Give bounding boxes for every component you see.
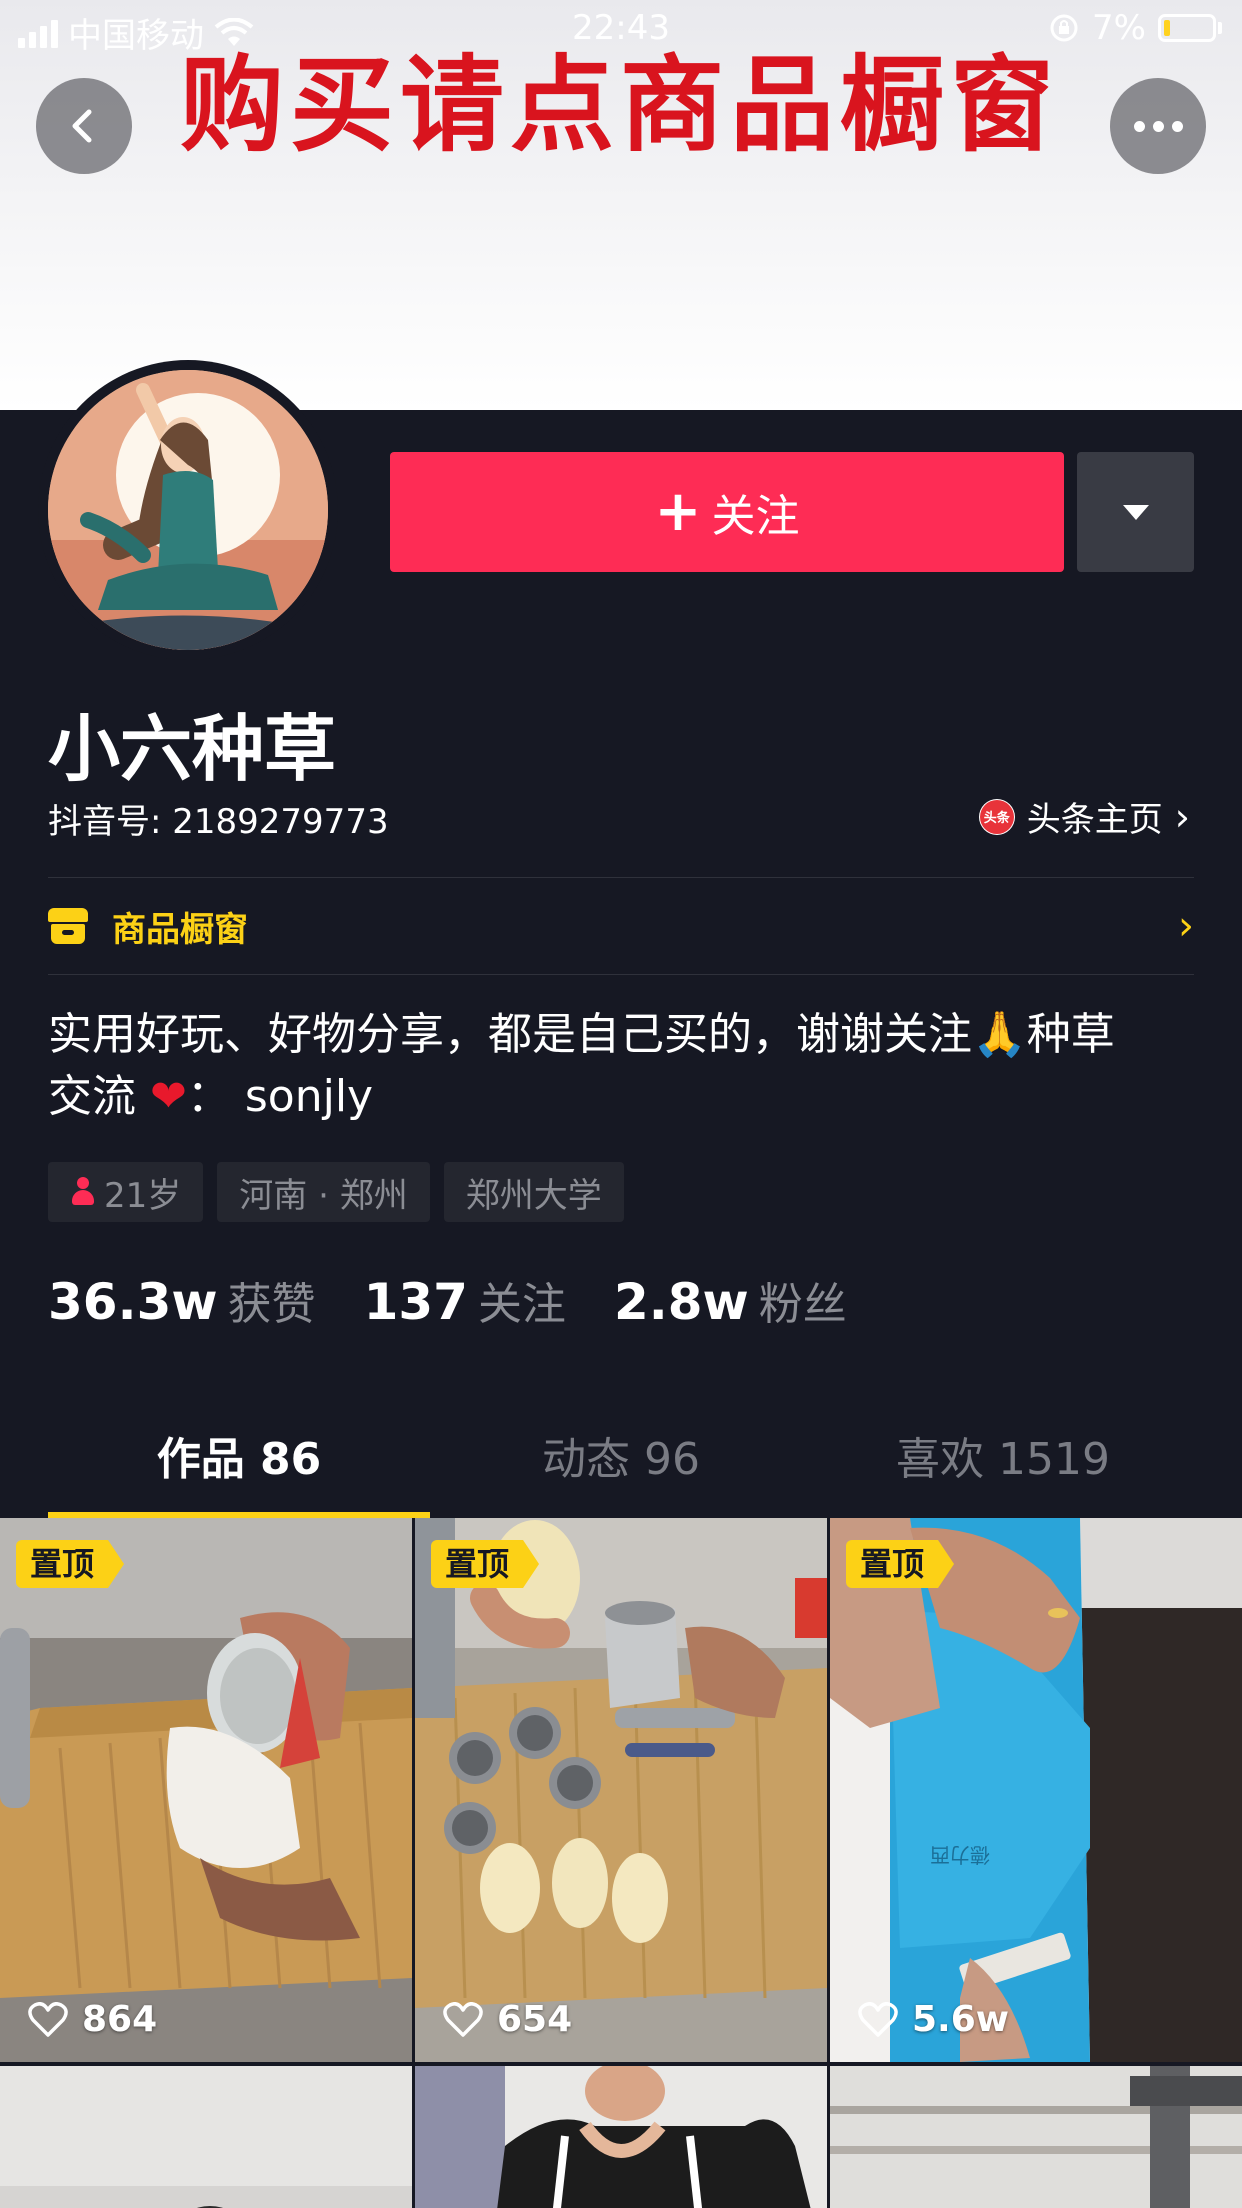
- thumbnail-image: [830, 2066, 1242, 2208]
- location-tag: 河南 · 郑州: [217, 1162, 430, 1222]
- video-likes: 654: [443, 1999, 572, 2040]
- thumbnail-image: 德力西: [830, 1518, 1242, 2062]
- caret-down-icon: [1122, 504, 1149, 520]
- video-likes: 5.6w: [858, 1999, 1009, 2040]
- recommend-dropdown-button[interactable]: [1077, 452, 1194, 572]
- heart-outline-icon: [443, 2001, 483, 2037]
- toutiao-homepage-link[interactable]: 头条 头条主页 ›: [978, 792, 1190, 841]
- profile-stats: 36.3w 获赞 137 关注 2.8w 粉丝: [48, 1268, 847, 1332]
- video-thumbnail[interactable]: 德力西 置顶 5.6w: [830, 1518, 1242, 2062]
- follow-button[interactable]: + 关注: [390, 452, 1064, 572]
- shop-icon: [48, 908, 88, 944]
- plus-icon: +: [654, 479, 702, 544]
- profile-bio: 实用好玩、好物分享，都是自己买的，谢谢关注🙏种草 交流 ❤： sonjly: [48, 1009, 1115, 1122]
- thumbnail-image: [415, 1518, 827, 2062]
- orientation-lock-icon: [1050, 14, 1078, 42]
- school-tag: 郑州大学: [443, 1162, 624, 1222]
- profile-page: 购买请点商品橱窗 中国移动 22:43 7% + 关注 小六种草 抖音号: 21…: [0, 0, 1242, 2208]
- video-thumbnail[interactable]: 置顶 864: [0, 1518, 412, 2062]
- shop-window-row[interactable]: 商品橱窗 ›: [48, 878, 1194, 974]
- praying-hands-icon: 🙏: [972, 1009, 1027, 1060]
- video-thumbnail[interactable]: [415, 2066, 827, 2208]
- more-dots-icon: [1133, 120, 1183, 132]
- fans-stat[interactable]: 2.8w 粉丝: [614, 1268, 847, 1332]
- avatar-illustration: [48, 370, 328, 650]
- avatar[interactable]: [38, 360, 338, 660]
- toutiao-icon: 头条: [978, 798, 1015, 835]
- back-button[interactable]: [36, 78, 132, 174]
- shop-window-label: 商品橱窗: [112, 909, 248, 950]
- svg-text:德力西: 德力西: [930, 1843, 990, 1867]
- battery-percent: 7%: [1092, 8, 1146, 48]
- chevron-left-icon: [72, 109, 92, 143]
- battery-icon: [1158, 14, 1216, 42]
- profile-nickname: 小六种草: [48, 707, 337, 791]
- video-thumbnail[interactable]: [0, 2066, 412, 2208]
- video-grid: 置顶 864 置顶 654 德力西 置顶 5.6w: [0, 1518, 1242, 2208]
- profile-tags: 21岁 河南 · 郑州 郑州大学: [48, 1162, 624, 1222]
- female-icon: [70, 1177, 96, 1207]
- thumbnail-image: [0, 2066, 412, 2208]
- thumbnail-image: [0, 1518, 412, 2062]
- follow-label: 关注: [711, 491, 800, 542]
- content-tabs: 作品 86 动态 96 喜欢 1519: [48, 1410, 1194, 1520]
- toutiao-label: 头条主页: [1026, 800, 1163, 840]
- status-bar: 中国移动 22:43 7%: [0, 0, 1242, 58]
- likes-stat: 36.3w 获赞: [48, 1273, 316, 1331]
- video-thumbnail[interactable]: 置顶 654: [415, 1518, 827, 2062]
- divider: [48, 974, 1194, 975]
- thumbnail-image: [415, 2066, 827, 2208]
- following-stat[interactable]: 137 关注: [364, 1268, 566, 1332]
- heart-emoji-icon: ❤: [150, 1071, 187, 1122]
- chevron-right-icon: ›: [1174, 794, 1190, 839]
- profile-banner: 购买请点商品橱窗: [0, 0, 1242, 410]
- age-tag: 21岁: [48, 1162, 204, 1222]
- chevron-right-icon: ›: [1178, 903, 1194, 949]
- douyin-id[interactable]: 抖音号: 2189279773: [48, 794, 389, 843]
- banner-text: 购买请点商品橱窗: [179, 43, 1060, 166]
- video-thumbnail[interactable]: [830, 2066, 1242, 2208]
- pinned-badge: 置顶: [846, 1540, 954, 1588]
- pinned-badge: 置顶: [431, 1540, 539, 1588]
- video-likes: 864: [28, 1999, 157, 2040]
- tab-works[interactable]: 作品 86: [48, 1410, 430, 1520]
- pinned-badge: 置顶: [16, 1540, 124, 1588]
- more-button[interactable]: [1110, 78, 1206, 174]
- heart-outline-icon: [858, 2001, 898, 2037]
- tab-liked[interactable]: 喜欢 1519: [812, 1410, 1194, 1520]
- tab-moments[interactable]: 动态 96: [430, 1410, 812, 1520]
- heart-outline-icon: [28, 2001, 68, 2037]
